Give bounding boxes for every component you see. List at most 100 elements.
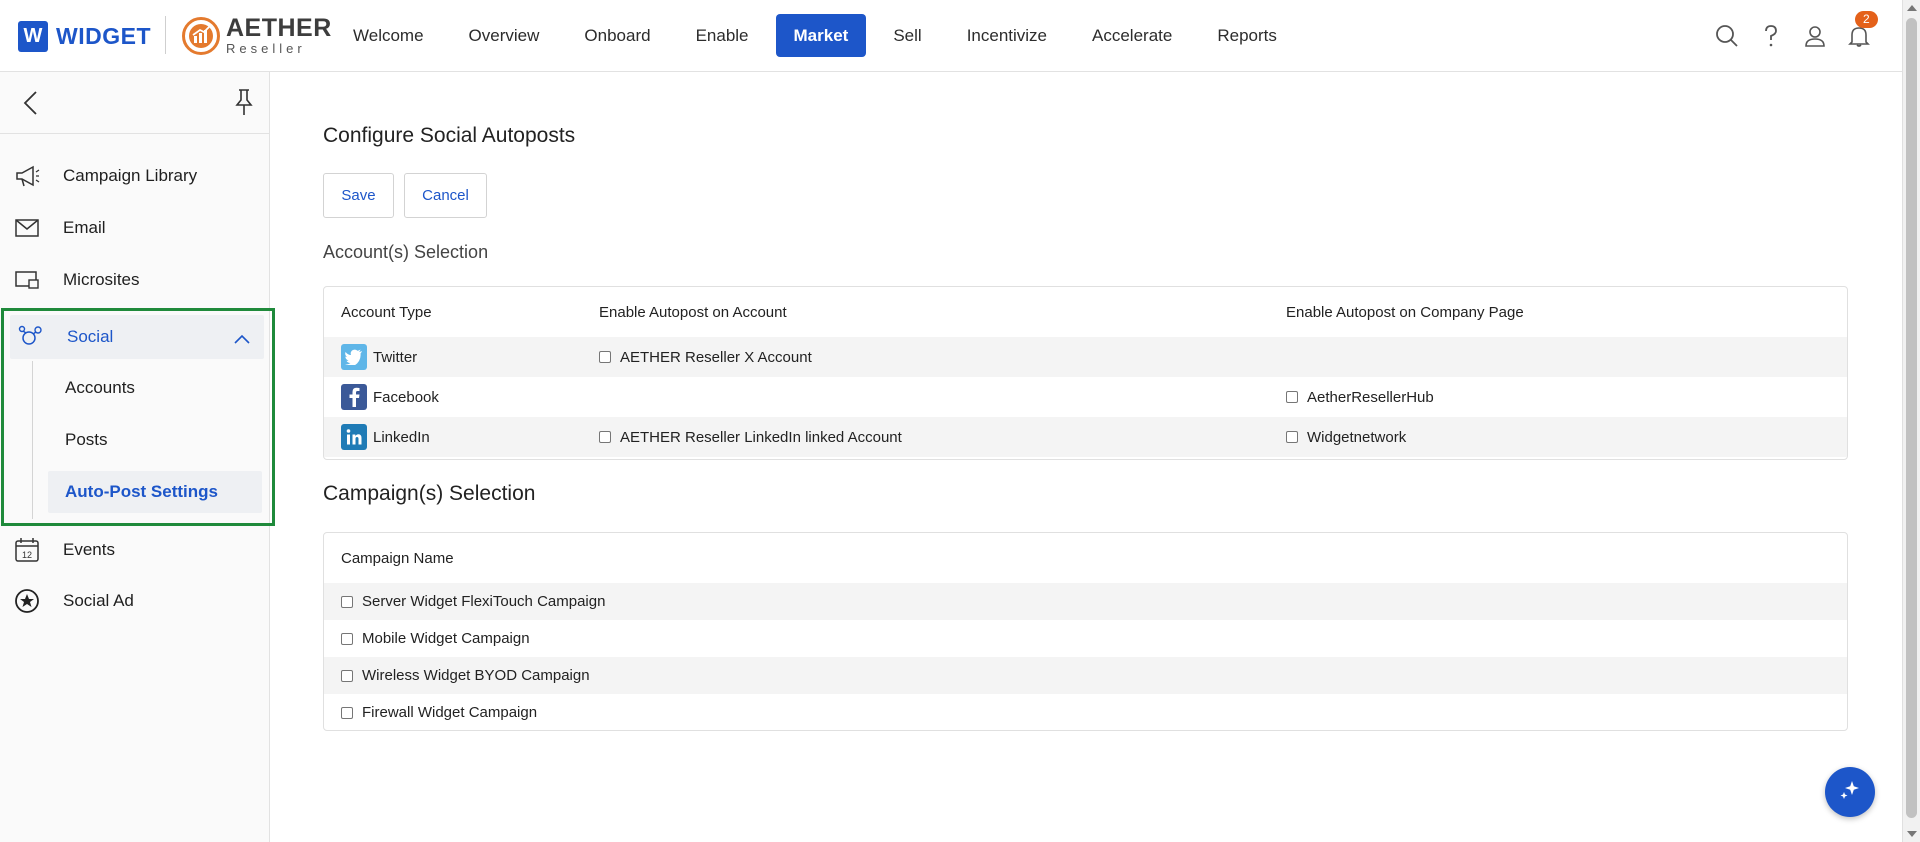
ai-assistant-button[interactable] bbox=[1825, 767, 1875, 817]
sidebar-item-label: Campaign Library bbox=[63, 166, 198, 185]
page-name-label: Widgetnetwork bbox=[1307, 428, 1407, 446]
campaign-cell: Server Widget FlexiTouch Campaign bbox=[341, 593, 605, 610]
sidebar-item-label: Events bbox=[63, 540, 115, 559]
aether-logo-icon bbox=[182, 16, 220, 55]
accounts-table-header: Account Type Enable Autopost on Account … bbox=[324, 287, 1847, 337]
sidebar-subitem-accounts[interactable]: Accounts bbox=[48, 367, 262, 409]
cancel-button[interactable]: Cancel bbox=[404, 173, 487, 218]
main-content: Configure Social Autoposts Save Cancel A… bbox=[271, 72, 1902, 842]
account-type-cell: Facebook bbox=[341, 384, 439, 410]
campaign-name-label: Server Widget FlexiTouch Campaign bbox=[362, 593, 606, 610]
campaigns-table: Campaign Name Server Widget FlexiTouch C… bbox=[323, 532, 1848, 731]
nav-enable[interactable]: Enable bbox=[678, 14, 767, 57]
campaign-checkbox[interactable] bbox=[341, 706, 353, 719]
campaign-name-label: Mobile Widget Campaign bbox=[362, 630, 530, 647]
help-icon[interactable] bbox=[1753, 18, 1789, 54]
campaign-checkbox[interactable] bbox=[341, 595, 353, 608]
account-type-label: Facebook bbox=[373, 388, 439, 406]
sidebar-item-events[interactable]: 12 Events bbox=[0, 528, 270, 572]
campaign-cell: Firewall Widget Campaign bbox=[341, 704, 537, 721]
table-row: Firewall Widget Campaign bbox=[324, 694, 1847, 731]
table-row: Facebook AetherResellerHub bbox=[324, 377, 1847, 417]
widget-logo-text: WIDGET bbox=[56, 22, 151, 49]
header-enable-on-account: Enable Autopost on Account bbox=[599, 303, 787, 321]
calendar-icon: 12 bbox=[13, 536, 41, 564]
pin-icon[interactable] bbox=[232, 88, 256, 121]
header-actions: 2 bbox=[1700, 11, 1885, 54]
nav-onboard[interactable]: Onboard bbox=[566, 14, 668, 57]
nav-overview[interactable]: Overview bbox=[451, 14, 558, 57]
page-name-label: AetherResellerHub bbox=[1307, 388, 1434, 406]
search-icon[interactable] bbox=[1709, 18, 1745, 54]
chevron-up-icon[interactable] bbox=[234, 331, 250, 349]
accounts-section-title: Account(s) Selection bbox=[323, 242, 489, 262]
account-type-label: LinkedIn bbox=[373, 428, 430, 446]
scroll-up-arrow[interactable] bbox=[1907, 5, 1917, 11]
accounts-table: Account Type Enable Autopost on Account … bbox=[323, 286, 1848, 460]
social-icon bbox=[17, 323, 45, 351]
page-title: Configure Social Autoposts bbox=[323, 124, 576, 147]
linkedin-account-checkbox[interactable] bbox=[599, 431, 611, 443]
page-checkbox-cell: Widgetnetwork bbox=[1286, 429, 1406, 446]
megaphone-icon bbox=[13, 162, 41, 190]
sidebar-item-label: Social Ad bbox=[63, 591, 134, 610]
star-badge-icon bbox=[13, 587, 41, 615]
scroll-down-arrow[interactable] bbox=[1907, 831, 1917, 837]
account-type-cell: LinkedIn bbox=[341, 424, 430, 450]
sidebar-item-email[interactable]: Email bbox=[0, 206, 270, 250]
sidebar-item-campaign-library[interactable]: Campaign Library bbox=[0, 154, 270, 198]
account-checkbox-cell: AETHER Reseller LinkedIn linked Account bbox=[599, 429, 902, 446]
nav-reports[interactable]: Reports bbox=[1199, 14, 1295, 57]
sidebar-item-label: Email bbox=[63, 218, 106, 237]
campaigns-section-title: Campaign(s) Selection bbox=[323, 482, 536, 505]
page-scrollbar[interactable] bbox=[1902, 0, 1920, 842]
twitter-icon bbox=[341, 344, 367, 370]
linkedin-page-checkbox[interactable] bbox=[1286, 431, 1298, 443]
facebook-icon bbox=[341, 384, 367, 410]
campaign-checkbox[interactable] bbox=[341, 632, 353, 645]
page-checkbox-cell: AetherResellerHub bbox=[1286, 389, 1434, 406]
nav-market[interactable]: Market bbox=[775, 14, 867, 57]
sidebar-item-label: Microsites bbox=[63, 270, 140, 289]
sidebar-item-social-ad[interactable]: Social Ad bbox=[0, 579, 270, 623]
campaigns-table-header: Campaign Name bbox=[324, 533, 1847, 583]
account-type-label: Twitter bbox=[373, 348, 418, 366]
table-row: Mobile Widget Campaign bbox=[324, 620, 1847, 657]
sidebar-header bbox=[0, 72, 269, 134]
campaign-checkbox[interactable] bbox=[341, 669, 353, 682]
sparkle-icon bbox=[1838, 778, 1862, 807]
nav-accelerate[interactable]: Accelerate bbox=[1074, 14, 1190, 57]
twitter-account-checkbox[interactable] bbox=[599, 351, 611, 363]
nav-sell[interactable]: Sell bbox=[875, 14, 939, 57]
sidebar-item-social[interactable]: Social bbox=[10, 315, 264, 359]
social-section-highlight: Social Accounts Posts Auto-Post Settings bbox=[1, 308, 275, 526]
chevron-left-icon[interactable] bbox=[22, 90, 38, 121]
microsite-icon bbox=[13, 266, 41, 294]
notification-count-badge: 2 bbox=[1855, 11, 1878, 28]
sidebar-subitem-auto-post-settings[interactable]: Auto-Post Settings bbox=[48, 471, 262, 513]
scroll-thumb[interactable] bbox=[1906, 18, 1917, 818]
envelope-icon bbox=[13, 214, 41, 242]
save-button[interactable]: Save bbox=[323, 173, 394, 218]
brand-divider bbox=[165, 16, 166, 54]
sidebar-item-microsites[interactable]: Microsites bbox=[0, 258, 270, 302]
widget-logo[interactable]: W WIDGET bbox=[18, 20, 151, 52]
sidebar-subitem-posts[interactable]: Posts bbox=[48, 419, 262, 461]
account-name-label: AETHER Reseller X Account bbox=[620, 348, 812, 366]
aether-logo-name: AETHER bbox=[226, 14, 332, 42]
nav-incentivize[interactable]: Incentivize bbox=[949, 14, 1065, 57]
table-row: LinkedIn AETHER Reseller LinkedIn linked… bbox=[324, 417, 1847, 457]
widget-logo-mark: W bbox=[18, 20, 48, 52]
campaign-cell: Wireless Widget BYOD Campaign bbox=[341, 667, 590, 684]
campaign-name-label: Wireless Widget BYOD Campaign bbox=[362, 667, 590, 684]
facebook-page-checkbox[interactable] bbox=[1286, 391, 1298, 403]
aether-logo-sub: Reseller bbox=[226, 41, 306, 56]
user-icon[interactable] bbox=[1797, 18, 1833, 54]
top-navigation-bar: W WIDGET AETHER Reseller Welcome Overvie… bbox=[0, 0, 1902, 72]
nav-welcome[interactable]: Welcome bbox=[335, 14, 442, 57]
header-campaign-name: Campaign Name bbox=[341, 549, 454, 567]
sidebar-item-label: Social bbox=[67, 327, 114, 346]
table-row: Wireless Widget BYOD Campaign bbox=[324, 657, 1847, 694]
table-row: Server Widget FlexiTouch Campaign bbox=[324, 583, 1847, 620]
bell-icon[interactable]: 2 bbox=[1841, 11, 1878, 54]
